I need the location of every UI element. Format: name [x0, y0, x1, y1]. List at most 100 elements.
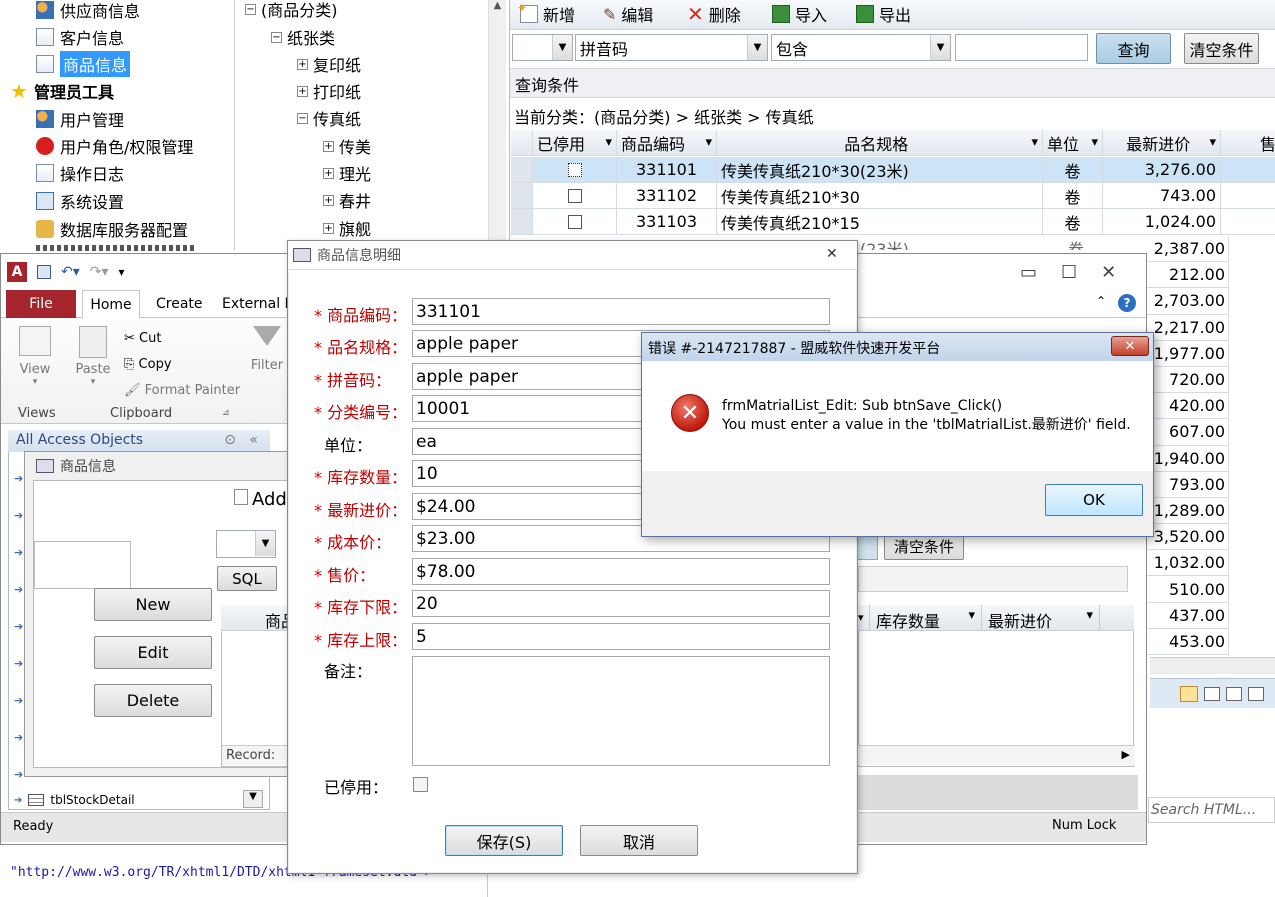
field-input[interactable]: $78.00: [412, 558, 830, 585]
col-header-price2[interactable]: 最新进价 ▾: [982, 605, 1100, 631]
checkbox[interactable]: [567, 188, 582, 203]
tree-scrollbar[interactable]: ▲: [488, 0, 506, 250]
tab-home[interactable]: Home: [82, 290, 140, 319]
field-select[interactable]: 拼音码 ▼: [575, 34, 768, 61]
shutter-icon[interactable]: «: [249, 432, 258, 448]
required-marker: *: [314, 338, 328, 357]
add-button[interactable]: ✦ 新增: [517, 1, 575, 26]
inner-logic-select[interactable]: ▼: [216, 530, 276, 558]
search-html-box[interactable]: Search HTML...: [1148, 797, 1275, 823]
delete-record-button[interactable]: Delete: [94, 684, 212, 717]
table-row[interactable]: 331101 传美传真纸210*30(23米) 卷 3,276.00: [511, 157, 1275, 183]
tree-node-b4[interactable]: + 旗舰: [323, 216, 371, 240]
nav-pane-header[interactable]: All Access Objects ⊙ «: [8, 430, 270, 452]
tree-node-paper[interactable]: − 纸张类: [271, 25, 335, 49]
detail-close-icon[interactable]: ✕: [826, 246, 838, 262]
delete-button[interactable]: ✕ 删除: [687, 2, 741, 26]
inner-image-box: [34, 541, 131, 589]
logic-select[interactable]: ▼: [512, 34, 573, 61]
save-icon[interactable]: [37, 265, 51, 279]
col-header-sale[interactable]: 售: [1221, 130, 1275, 156]
tree-node-fax[interactable]: − 传真纸: [297, 106, 361, 130]
tree-item-log[interactable]: 操作日志: [36, 161, 124, 185]
query-button[interactable]: 查询: [1096, 33, 1171, 64]
form-icon: [36, 459, 54, 473]
datasheet-view-icon[interactable]: [1204, 686, 1220, 701]
ribbon-collapse-icon[interactable]: ⌃: [1096, 294, 1106, 308]
filter-value-input[interactable]: [955, 34, 1088, 61]
help-icon[interactable]: ?: [1118, 294, 1136, 312]
paste-button[interactable]: Paste ▾: [70, 326, 116, 387]
operator-select[interactable]: 包含 ▼: [771, 34, 951, 61]
note-textarea[interactable]: [412, 656, 830, 766]
ok-button[interactable]: OK: [1045, 484, 1143, 516]
nav-scroll-down-icon[interactable]: ▼: [243, 790, 263, 808]
tree-item-settings[interactable]: 系统设置: [36, 189, 124, 213]
cancel-button[interactable]: 取消: [580, 825, 698, 856]
form-view-icon[interactable]: [1180, 685, 1198, 702]
format-painter-button[interactable]: 🖌 Format Painter: [124, 378, 240, 404]
tab-create[interactable]: Create: [156, 296, 203, 312]
tab-file[interactable]: File: [6, 290, 76, 318]
table-row[interactable]: 331102 传美传真纸210*30 卷 743.00: [511, 183, 1275, 209]
tree-node-b3[interactable]: + 春井: [323, 188, 371, 212]
edit-record-button[interactable]: Edit: [94, 636, 212, 669]
col-header-disabled[interactable]: 已停用 ▾: [533, 130, 617, 156]
query-condition-bar[interactable]: 查询条件: [510, 68, 1275, 98]
new-button[interactable]: New: [94, 588, 212, 621]
tree-item-roles[interactable]: 用户角色/权限管理: [36, 134, 193, 158]
search-icon[interactable]: ⊙: [224, 432, 236, 448]
grid-hscrollbar[interactable]: [1150, 657, 1275, 674]
checkbox[interactable]: [567, 162, 582, 177]
close-icon[interactable]: ✕: [1101, 262, 1116, 283]
import-button[interactable]: 导入: [772, 2, 827, 26]
tree-node-b2[interactable]: + 理光: [323, 161, 371, 185]
tree-item-db-config[interactable]: 数据库服务器配置: [36, 217, 188, 241]
field-input[interactable]: 331101: [412, 298, 830, 325]
disabled-checkbox[interactable]: [413, 777, 428, 792]
col-header-price[interactable]: 最新进价 ▾: [1103, 130, 1221, 156]
tree-item-product[interactable]: 商品信息: [36, 51, 131, 77]
inner-add-button[interactable]: Add: [234, 489, 287, 510]
filter-button[interactable]: Filter: [248, 326, 286, 373]
undo-icon[interactable]: ↶▾: [61, 264, 80, 280]
error-close-button[interactable]: ✕: [1111, 336, 1149, 356]
tab-external[interactable]: External Da: [222, 296, 288, 312]
checkbox[interactable]: [567, 214, 582, 229]
tree-node-print[interactable]: + 打印纸: [297, 79, 361, 103]
tree-node-copy[interactable]: + 复印纸: [297, 52, 361, 76]
dialog-launcher-icon[interactable]: ⊿: [222, 408, 230, 418]
edit-button[interactable]: ✎ 编辑: [603, 2, 653, 26]
view-button[interactable]: View ▾: [12, 326, 58, 387]
tree-node-b1[interactable]: + 传美: [323, 134, 371, 158]
tree-item-supplier[interactable]: 供应商信息: [36, 0, 140, 22]
pivot-chart-icon[interactable]: [1248, 686, 1264, 701]
cut-button[interactable]: ✂ Cut: [124, 326, 240, 352]
select-all-corner[interactable]: [511, 130, 533, 156]
col-header-name[interactable]: 品名规格 ▾: [717, 130, 1043, 156]
sql-button[interactable]: SQL: [217, 566, 277, 591]
tree-item-customer[interactable]: 客户信息: [36, 25, 124, 49]
clear-filter-button[interactable]: 清空条件: [1184, 33, 1259, 64]
copy-button[interactable]: ⎘ Copy: [124, 352, 240, 378]
minimize-icon[interactable]: ▭: [1020, 262, 1037, 283]
col-header-code[interactable]: 商品编码 ▾: [617, 130, 717, 156]
field-input[interactable]: 20: [412, 590, 830, 617]
pivot-table-icon[interactable]: [1226, 686, 1242, 701]
col-header-qty[interactable]: 库存数量 ▾: [870, 605, 982, 631]
tree-item-user-mgmt[interactable]: 用户管理: [36, 107, 124, 131]
col-header-unit[interactable]: 单位 ▾: [1043, 130, 1103, 156]
table-row[interactable]: 331103 传美传真纸210*15 卷 1,024.00: [511, 209, 1275, 235]
tree-node-root[interactable]: − (商品分类): [245, 0, 338, 21]
save-button[interactable]: 保存(S): [445, 825, 563, 856]
nav-item[interactable]: ➔ tblStockDetail: [14, 793, 135, 807]
export-button[interactable]: 导出: [856, 2, 911, 26]
tree-item-admin-tools[interactable]: ★ 管理员工具: [10, 79, 114, 103]
required-marker: *: [314, 631, 328, 650]
inner-grid-hscroll[interactable]: ▶: [858, 745, 1134, 765]
customize-icon[interactable]: ▾: [119, 265, 125, 279]
redo-icon[interactable]: ↷▾: [90, 264, 109, 280]
maximize-icon[interactable]: ☐: [1061, 262, 1077, 283]
field-input[interactable]: 5: [412, 623, 830, 650]
scroll-right-icon[interactable]: ▶: [1122, 748, 1130, 761]
